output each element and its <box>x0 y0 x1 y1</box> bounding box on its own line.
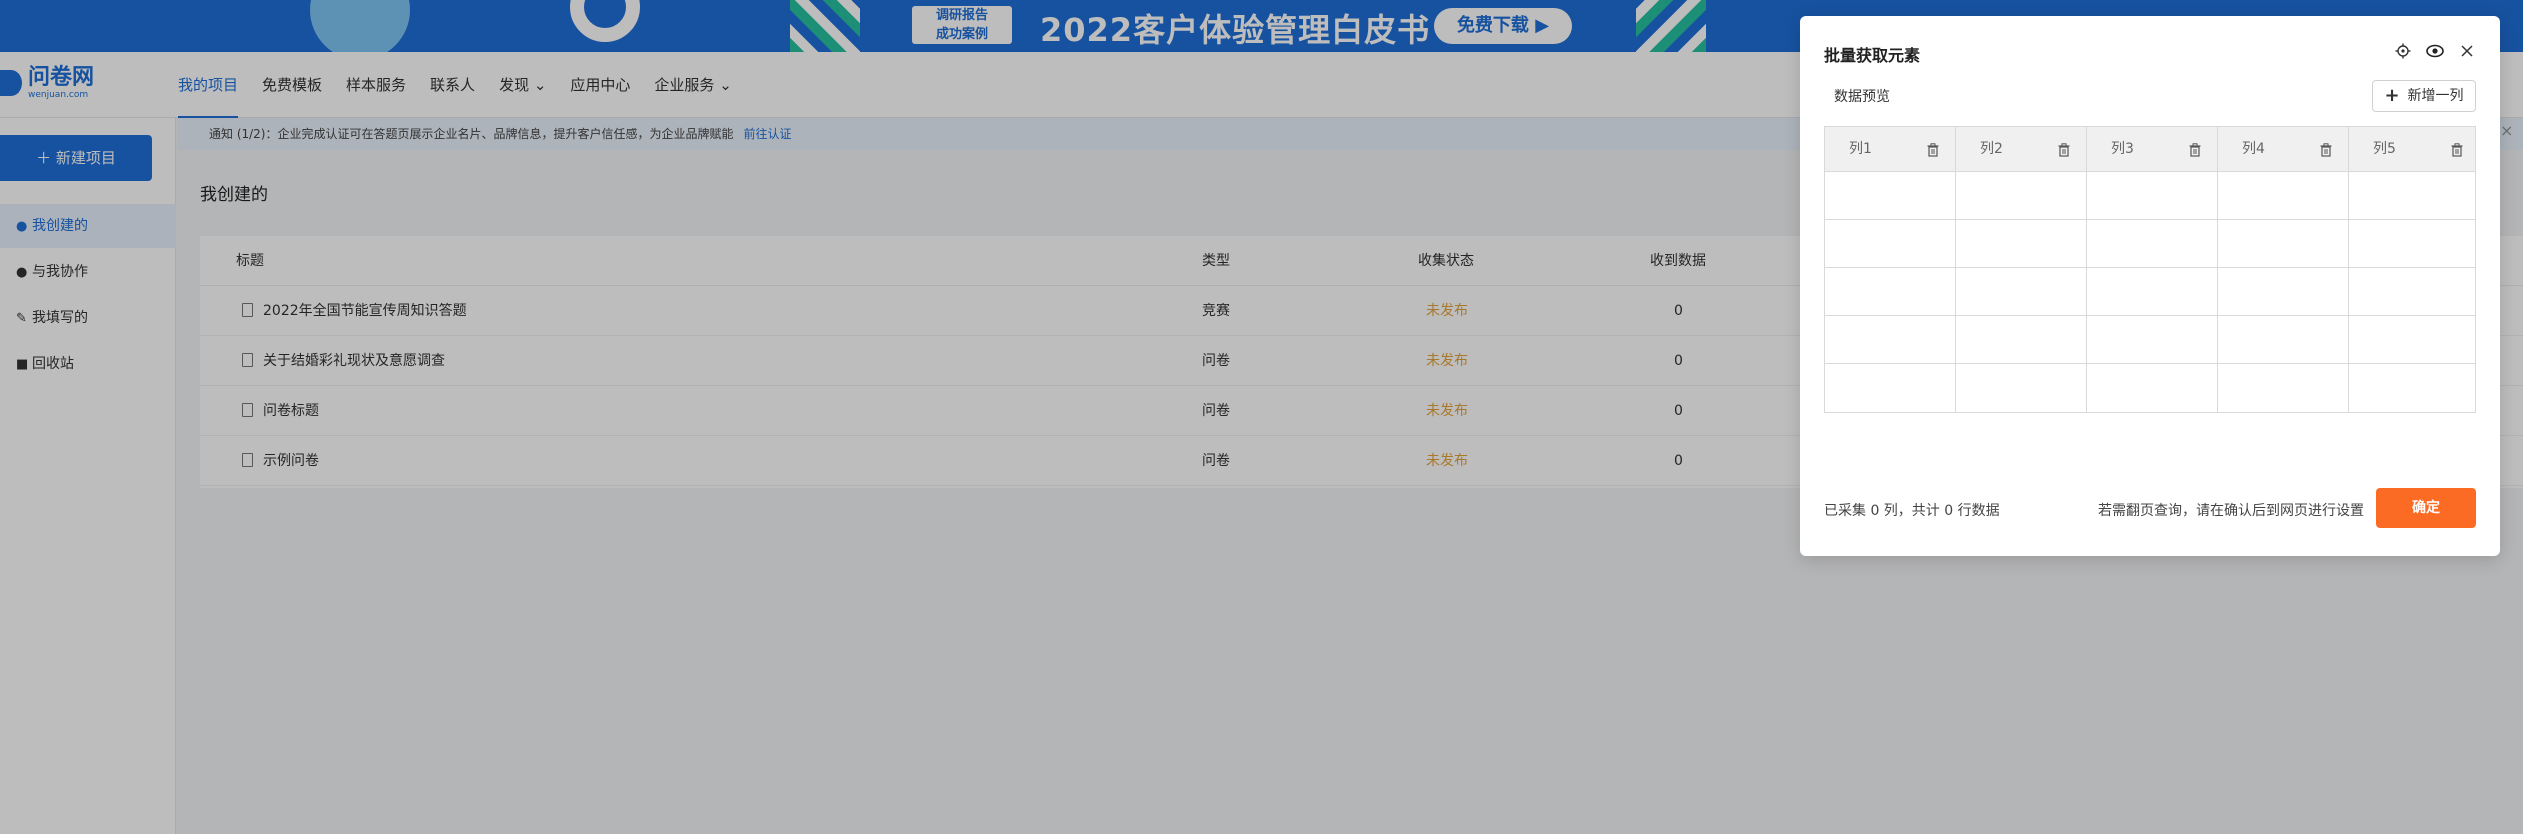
eye-icon[interactable] <box>2426 42 2444 60</box>
trash-icon[interactable] <box>2320 142 2332 161</box>
table-cell[interactable] <box>2087 364 2218 412</box>
data-preview-label: 数据预览 <box>1834 89 1890 105</box>
table-cell[interactable] <box>2087 316 2218 364</box>
column-name: 列5 <box>2373 141 2396 157</box>
close-icon[interactable] <box>2458 42 2476 60</box>
pagination-hint: 若需翻页查询，请在确认后到网页进行设置 <box>2098 503 2364 519</box>
dialog-title: 批量获取元素 <box>1824 46 1921 65</box>
table-cell[interactable] <box>1825 220 1956 268</box>
trash-icon[interactable] <box>2189 142 2201 161</box>
plus-icon: + <box>2384 85 2400 106</box>
trash-icon[interactable] <box>2451 142 2463 161</box>
table-row <box>1825 364 2475 412</box>
table-cell[interactable] <box>2218 220 2349 268</box>
table-header: 列1 列2 列3 列4 列5 <box>1825 127 2475 172</box>
table-cell[interactable] <box>2349 268 2475 316</box>
table-row <box>1825 268 2475 316</box>
table-cell[interactable] <box>1825 364 1956 412</box>
column-header: 列3 <box>2087 127 2218 172</box>
table-cell[interactable] <box>1825 316 1956 364</box>
table-cell[interactable] <box>2087 172 2218 220</box>
column-header: 列2 <box>1956 127 2087 172</box>
table-cell[interactable] <box>2349 316 2475 364</box>
table-cell[interactable] <box>2087 268 2218 316</box>
table-row <box>1825 316 2475 364</box>
table-cell[interactable] <box>2218 268 2349 316</box>
column-name: 列4 <box>2242 141 2265 157</box>
target-icon[interactable] <box>2394 42 2412 60</box>
data-preview-table: 列1 列2 列3 列4 列5 <box>1824 126 2476 413</box>
table-row <box>1825 172 2475 220</box>
column-header: 列1 <box>1825 127 1956 172</box>
table-cell[interactable] <box>2087 220 2218 268</box>
table-cell[interactable] <box>2218 316 2349 364</box>
table-cell[interactable] <box>1956 268 2087 316</box>
confirm-button[interactable]: 确定 <box>2376 488 2476 528</box>
add-column-label: 新增一列 <box>2407 88 2464 104</box>
column-header: 列4 <box>2218 127 2349 172</box>
add-column-button[interactable]: + 新增一列 <box>2372 80 2476 112</box>
trash-icon[interactable] <box>1927 142 1939 161</box>
column-name: 列1 <box>1849 141 1872 157</box>
table-cell[interactable] <box>1825 268 1956 316</box>
table-cell[interactable] <box>1956 316 2087 364</box>
table-cell[interactable] <box>2349 172 2475 220</box>
table-cell[interactable] <box>1956 220 2087 268</box>
table-cell[interactable] <box>1956 172 2087 220</box>
collection-summary: 已采集 0 列，共计 0 行数据 <box>1824 503 2000 519</box>
trash-icon[interactable] <box>2058 142 2070 161</box>
table-cell[interactable] <box>1956 364 2087 412</box>
table-cell[interactable] <box>2218 364 2349 412</box>
column-header: 列5 <box>2349 127 2475 172</box>
batch-extract-dialog: 批量获取元素 数据预览 + 新增一列 列1 列2 列3 列4 列5 已采集 0 … <box>1800 16 2500 556</box>
column-name: 列2 <box>1980 141 2003 157</box>
table-cell[interactable] <box>2349 220 2475 268</box>
table-cell[interactable] <box>1825 172 1956 220</box>
table-row <box>1825 220 2475 268</box>
column-name: 列3 <box>2111 141 2134 157</box>
table-cell[interactable] <box>2218 172 2349 220</box>
table-cell[interactable] <box>2349 364 2475 412</box>
